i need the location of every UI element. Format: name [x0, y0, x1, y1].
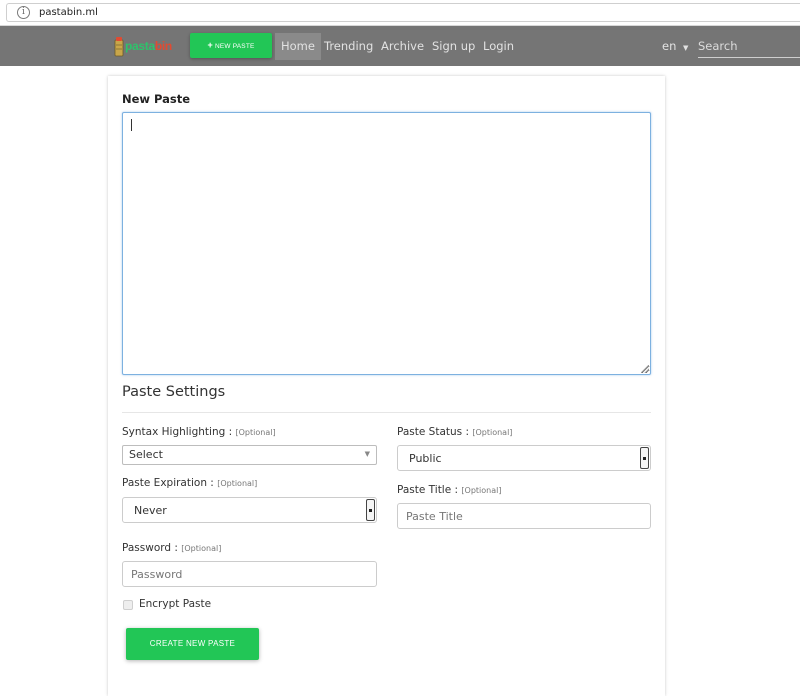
- paste-title-label-text: Paste Title :: [397, 484, 459, 496]
- nav-home[interactable]: Home: [275, 33, 321, 60]
- paste-content-textarea[interactable]: [122, 112, 651, 375]
- caret-down-icon: ▼: [364, 450, 370, 458]
- new-paste-card: New Paste Paste Settings Syntax Highligh…: [108, 76, 665, 696]
- optional-tag: [Optional]: [472, 428, 513, 437]
- status-select[interactable]: Public: [397, 445, 651, 471]
- status-label: Paste Status : [Optional]: [397, 426, 512, 438]
- optional-tag: [Optional]: [217, 479, 258, 488]
- encrypt-label[interactable]: Encrypt Paste: [139, 598, 211, 610]
- site-logo[interactable]: pastabin: [113, 34, 183, 58]
- syntax-label-text: Syntax Highlighting :: [122, 426, 233, 438]
- optional-tag: [Optional]: [461, 486, 502, 495]
- paste-settings-heading: Paste Settings: [122, 384, 226, 400]
- status-label-text: Paste Status :: [397, 426, 470, 438]
- expiration-select[interactable]: Never: [122, 497, 377, 523]
- optional-tag: [Optional]: [181, 544, 222, 553]
- select-spinner-icon[interactable]: [366, 499, 375, 521]
- new-paste-label: NEW PASTE: [214, 43, 255, 50]
- info-icon[interactable]: i: [17, 6, 30, 19]
- status-select-value: Public: [409, 452, 442, 465]
- select-spinner-icon[interactable]: [640, 447, 649, 469]
- nav-signup[interactable]: Sign up: [432, 33, 475, 60]
- nav-archive[interactable]: Archive: [381, 33, 424, 60]
- expiration-select-value: Never: [134, 504, 167, 517]
- resize-grip-icon[interactable]: [641, 365, 649, 373]
- paste-title-input[interactable]: [397, 503, 651, 529]
- password-input[interactable]: [122, 561, 377, 587]
- password-label-text: Password :: [122, 542, 178, 554]
- logo-text-bin: bin: [154, 39, 172, 53]
- page-title: New Paste: [122, 92, 191, 106]
- syntax-label: Syntax Highlighting : [Optional]: [122, 426, 276, 438]
- syntax-select[interactable]: Select ▼: [122, 445, 377, 465]
- search-input[interactable]: [698, 34, 800, 58]
- text-cursor: [131, 119, 132, 131]
- password-label: Password : [Optional]: [122, 542, 221, 554]
- language-label: en: [662, 39, 677, 53]
- plus-icon: +: [207, 40, 213, 50]
- url-box[interactable]: i pastabin.ml: [6, 3, 800, 22]
- divider: [122, 412, 651, 413]
- browser-address-bar: i pastabin.ml: [0, 0, 800, 26]
- syntax-select-value: Select: [129, 448, 163, 461]
- logo-text-pasta: pasta: [125, 39, 155, 53]
- paste-title-label: Paste Title : [Optional]: [397, 484, 501, 496]
- language-selector[interactable]: en ▼: [662, 33, 688, 60]
- navbar: pastabin + NEW PASTE Home Trending Archi…: [0, 26, 800, 66]
- caret-down-icon: ▼: [683, 44, 689, 52]
- new-paste-button[interactable]: + NEW PASTE: [190, 33, 272, 58]
- create-new-paste-button[interactable]: CREATE NEW PASTE: [126, 628, 259, 660]
- optional-tag: [Optional]: [235, 428, 276, 437]
- encrypt-checkbox[interactable]: [123, 600, 133, 610]
- nav-login[interactable]: Login: [483, 33, 514, 60]
- url-text[interactable]: pastabin.ml: [39, 6, 98, 20]
- logo-text: pastabin: [125, 39, 172, 53]
- expiration-label: Paste Expiration : [Optional]: [122, 477, 257, 489]
- expiration-label-text: Paste Expiration :: [122, 477, 214, 489]
- logo-icon: [114, 37, 124, 57]
- nav-trending[interactable]: Trending: [324, 33, 373, 60]
